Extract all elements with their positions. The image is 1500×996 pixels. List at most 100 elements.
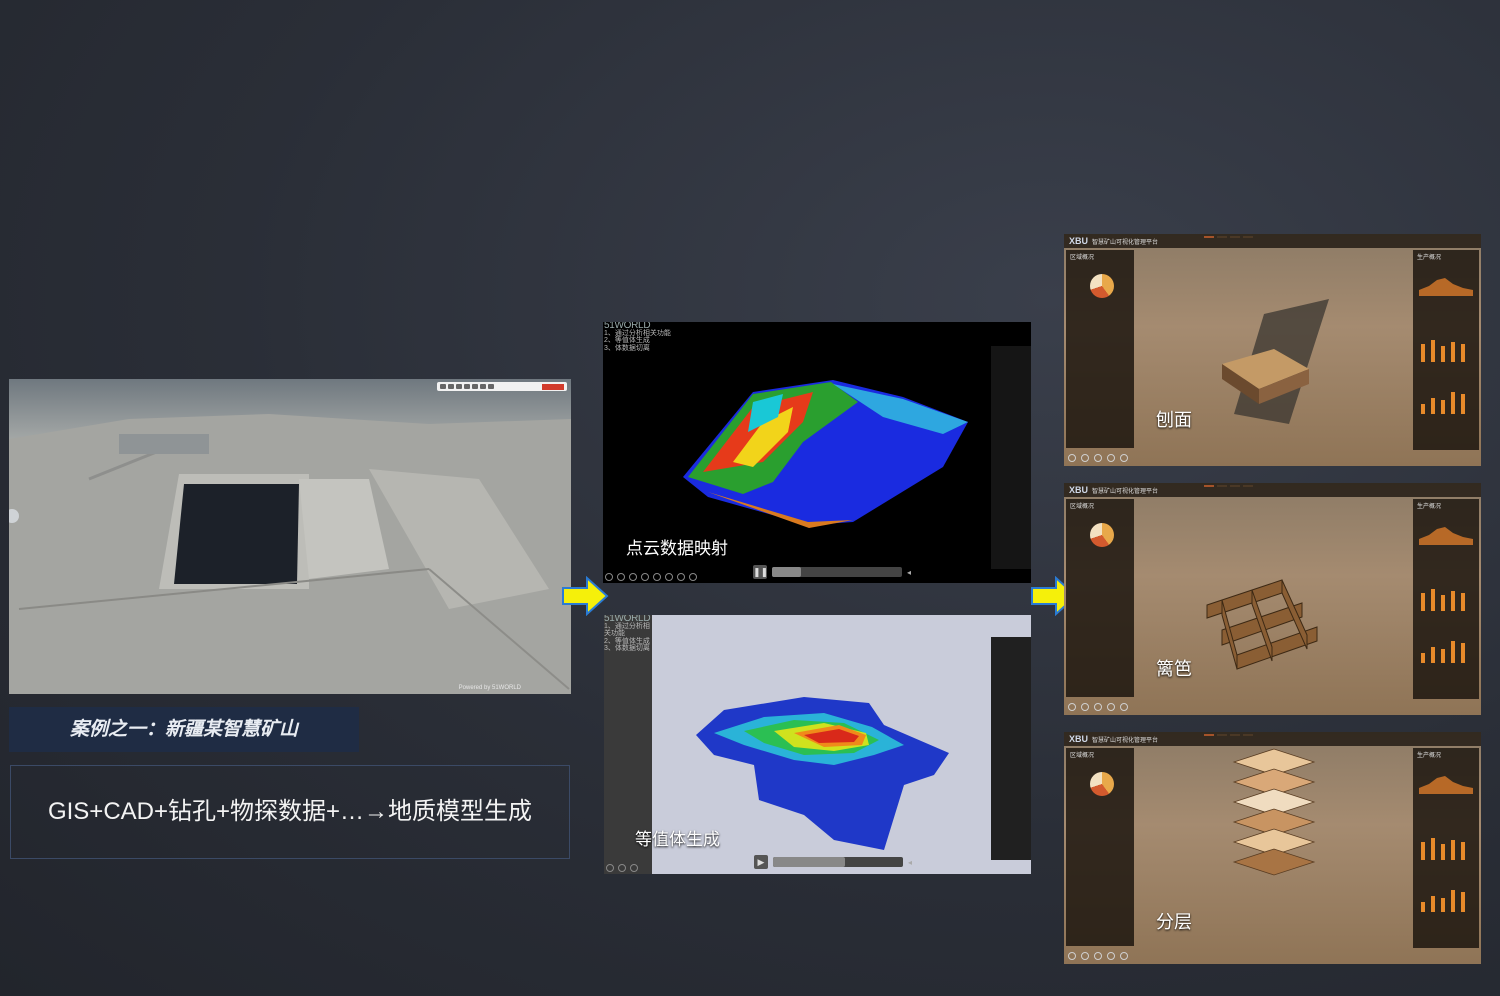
isosurface-screenshot: 51WORLD 1、通过分析相关功能 2、等值体生成 3、体数据切离 ▶ ◂ 等… [604,615,1031,874]
platform-title: 智慧矿山可视化管理平台 [1092,489,1159,495]
formula-text: GIS+CAD+钻孔+物探数据+…→地质模型生成 [47,798,533,825]
draw-icon[interactable] [1094,703,1102,711]
image-icon[interactable] [665,573,673,581]
volume-icon[interactable]: ◂ [907,568,911,577]
tab[interactable] [1204,734,1214,736]
platform-logo: XBU [1069,485,1089,495]
search-icon[interactable] [653,573,661,581]
case-title-box: 案例之一：新疆某智慧矿山 [9,707,359,752]
search-icon[interactable] [1120,454,1128,462]
tab[interactable] [1204,485,1214,487]
mine-overview-screenshot: Powered by 51WORLD [9,379,571,694]
search-icon[interactable] [1120,703,1128,711]
video-progress-bar[interactable] [773,857,903,867]
bar-chart [1421,338,1465,362]
select-tool-icon[interactable] [440,384,446,389]
left-stats-panel: 区域概况 [1066,250,1134,448]
draw-icon[interactable] [1094,952,1102,960]
more-icon[interactable] [689,573,697,581]
draw-icon[interactable] [630,864,638,872]
platform-screenshot-section: XBU 智慧矿山可视化管理平台 区域概况 生产概况 刨面 [1064,234,1481,466]
forward-icon[interactable] [1081,952,1089,960]
bar-chart [1421,888,1465,912]
point-cloud-screenshot: 51WORLD 1、通过分析相关功能 2、等值体生成 3、体数据切离 ❚❚ ◂ … [603,322,1031,583]
left-panel-title: 区域概况 [1070,753,1095,759]
forward-icon[interactable] [1081,454,1089,462]
volume-icon[interactable]: ◂ [908,858,912,867]
arrow-right-icon [562,576,609,616]
play-icon[interactable]: ▶ [754,855,768,869]
tab[interactable] [1243,485,1253,487]
formula-box: GIS+CAD+钻孔+物探数据+…→地质模型生成 [10,765,570,859]
pie-chart [1090,274,1114,298]
progress-fill [773,857,845,867]
video-progress-bar[interactable] [772,567,902,577]
platform-screenshot-fence: XBU 智慧矿山可视化管理平台 区域概况 生产概况 篱笆 [1064,483,1481,715]
watermark: Powered by 51WORLD [458,685,521,691]
right-stats-panel: 生产概况 [1413,748,1479,948]
tab[interactable] [1204,236,1214,238]
layer-icon[interactable] [641,573,649,581]
area-chart [1419,527,1473,545]
back-icon[interactable] [1068,703,1076,711]
right-panel-title: 生产概况 [1417,504,1442,510]
settings-icon[interactable] [488,384,494,389]
left-panel-title: 区域概况 [1070,504,1095,510]
back-icon[interactable] [1068,454,1076,462]
left-panel-title: 区域概况 [1070,255,1095,261]
right-panel-title: 生产概况 [1417,753,1442,759]
right-stats-panel: 生产概况 [1413,250,1479,450]
layered-model [1232,748,1316,876]
forward-icon[interactable] [618,864,626,872]
tab[interactable] [1217,236,1227,238]
right-stats-panel: 生产概况 [1413,499,1479,699]
draw-icon[interactable] [1094,454,1102,462]
area-chart [1419,278,1473,296]
tab[interactable] [1243,734,1253,736]
tab[interactable] [1230,236,1240,238]
tab[interactable] [1230,734,1240,736]
pause-icon[interactable]: ❚❚ [753,565,768,579]
exit-button[interactable] [542,383,564,390]
caption: 刨面 [1156,410,1192,430]
case-title: 案例之一：新疆某智慧矿山 [69,719,298,740]
layer-icon[interactable] [1107,703,1115,711]
bar-chart [1421,836,1465,860]
map-toolbar[interactable] [437,382,567,391]
measure-tool-icon[interactable] [464,384,470,389]
camera-icon[interactable] [677,573,685,581]
layer-icon[interactable] [1107,952,1115,960]
layer-icon[interactable] [1107,454,1115,462]
tab[interactable] [1243,236,1253,238]
left-stats-panel: 区域概况 [1066,499,1134,697]
bottom-controls [1068,454,1128,462]
caption: 点云数据映射 [626,539,728,558]
platform-tabs [1204,236,1253,238]
back-icon[interactable] [606,864,614,872]
mine-terrain-graphic [9,379,571,694]
back-icon[interactable] [1068,952,1076,960]
bottom-controls [1068,952,1128,960]
back-icon[interactable] [605,573,613,581]
circle-tool-icon[interactable] [456,384,462,389]
platform-screenshot-layers: XBU 智慧矿山可视化管理平台 区域概况 生产概况 分层 [1064,732,1481,964]
undo-icon[interactable] [472,384,478,389]
platform-title: 智慧矿山可视化管理平台 [1092,240,1159,246]
code-panel [991,346,1031,569]
draw-icon[interactable] [629,573,637,581]
tab[interactable] [1230,485,1240,487]
progress-fill [772,567,801,577]
redo-icon[interactable] [480,384,486,389]
forward-icon[interactable] [617,573,625,581]
rect-tool-icon[interactable] [448,384,454,389]
forward-icon[interactable] [1081,703,1089,711]
tab[interactable] [1217,485,1227,487]
tab[interactable] [1217,734,1227,736]
search-icon[interactable] [1120,952,1128,960]
video-player-controls: ▶ ◂ [754,853,912,871]
bar-chart [1421,390,1465,414]
bottom-controls [1068,703,1128,711]
bar-chart [1421,587,1465,611]
bottom-controls [606,864,638,872]
pie-chart [1090,772,1114,796]
